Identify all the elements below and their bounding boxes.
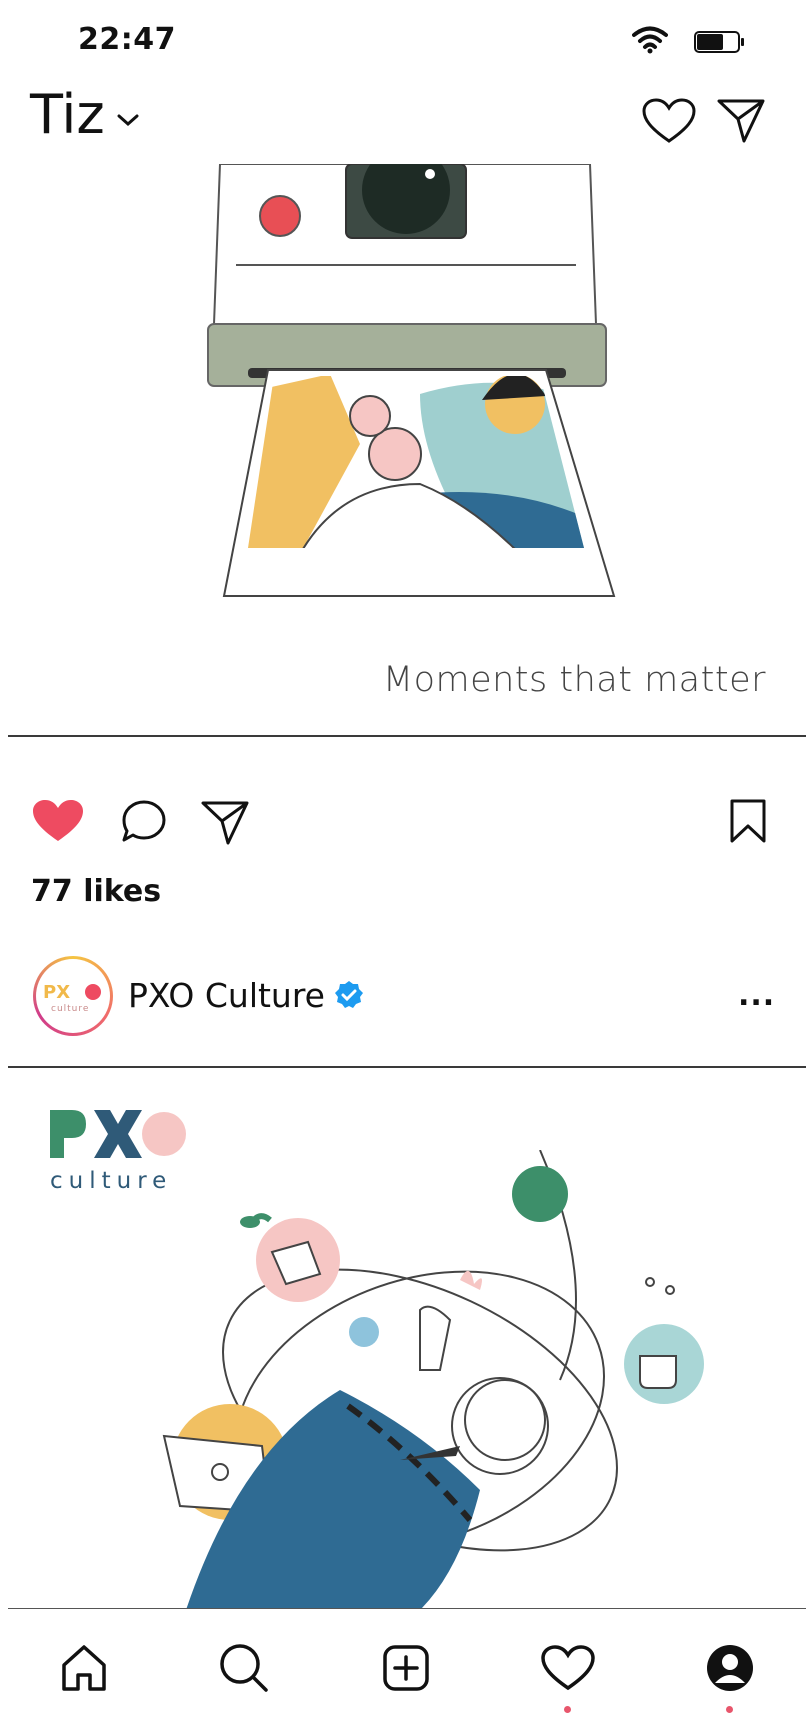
battery-icon (694, 31, 744, 53)
liked-heart-icon[interactable] (30, 798, 86, 844)
nav-add-post[interactable] (370, 1632, 442, 1704)
post-image-astronaut (162, 1150, 704, 1608)
pxo-logo-icon: PX culture (43, 982, 101, 1014)
direct-message-icon[interactable] (716, 98, 766, 144)
post-caption: Moments that matter (382, 660, 766, 700)
nav-activity[interactable] (532, 1632, 604, 1704)
likes-count[interactable]: 77 likes (31, 874, 161, 909)
nav-search[interactable] (208, 1632, 280, 1704)
svg-text:culture: culture (51, 1004, 89, 1014)
heart-icon[interactable] (642, 98, 696, 144)
wifi-icon (632, 26, 668, 54)
divider (8, 1066, 806, 1068)
bookmark-icon[interactable] (728, 798, 768, 844)
activity-icon (541, 1645, 595, 1691)
activity-notification-dot (564, 1706, 571, 1713)
profile-notification-dot (726, 1706, 733, 1713)
more-options-button[interactable]: ... (738, 978, 775, 1013)
verified-badge-icon (335, 981, 363, 1008)
divider (8, 1608, 806, 1609)
home-icon (62, 1645, 106, 1691)
divider (8, 735, 806, 737)
post-image-camera (207, 164, 616, 597)
comment-icon[interactable] (120, 798, 168, 844)
nav-profile[interactable] (694, 1632, 766, 1704)
profile-icon (707, 1645, 753, 1691)
add-post-icon (383, 1645, 429, 1691)
search-icon (220, 1644, 268, 1692)
bottom-nav (0, 1610, 812, 1723)
post-username[interactable]: PXO Culture (128, 976, 325, 1015)
status-time: 22:47 (78, 22, 176, 57)
share-icon[interactable] (200, 800, 250, 846)
svg-text:PX: PX (43, 982, 70, 1003)
avatar[interactable]: PX culture (33, 956, 113, 1036)
nav-home[interactable] (48, 1632, 120, 1704)
account-switcher[interactable]: Tiz (30, 88, 105, 142)
chevron-down-icon[interactable] (116, 112, 140, 128)
